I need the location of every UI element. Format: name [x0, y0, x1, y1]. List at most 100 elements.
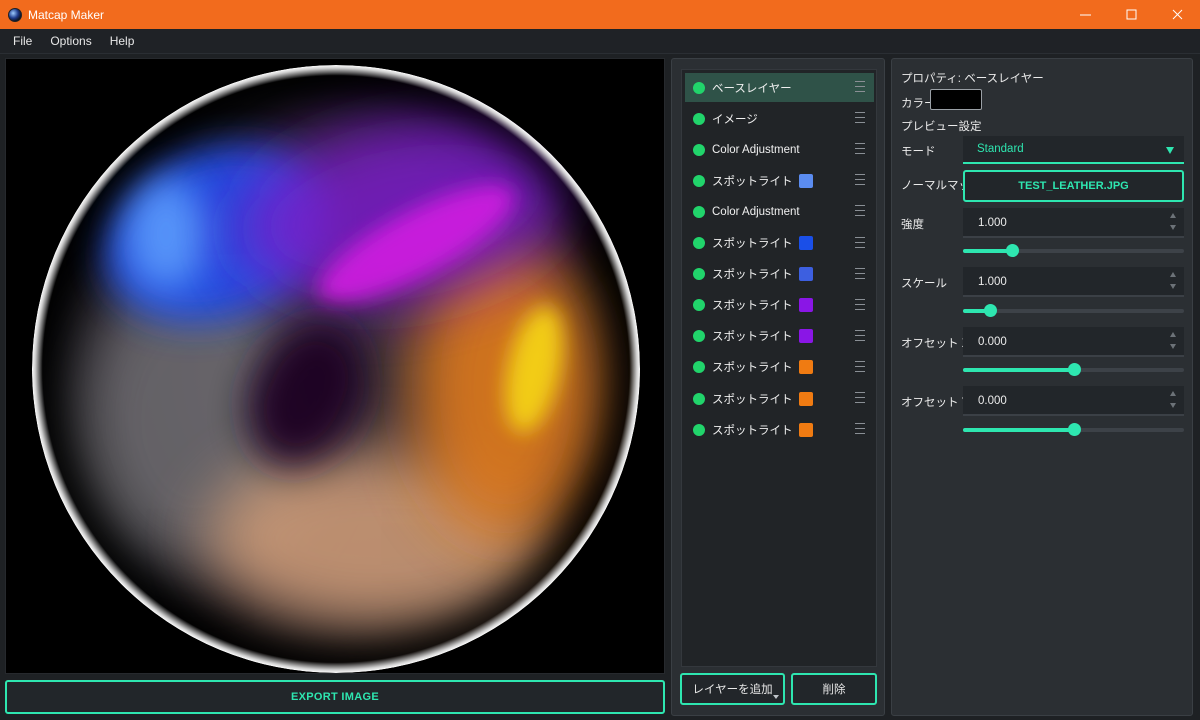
- drag-handle-icon[interactable]: [855, 174, 865, 186]
- visibility-dot-icon[interactable]: [693, 174, 705, 187]
- delete-layer-button[interactable]: 削除: [791, 673, 877, 705]
- strength-input[interactable]: 1.000: [963, 208, 1184, 238]
- layer-label: イメージ: [712, 113, 758, 126]
- spin-up-icon[interactable]: [1170, 332, 1176, 337]
- layer-row[interactable]: スポットライト: [685, 415, 874, 444]
- spin-down-icon[interactable]: [1170, 403, 1176, 408]
- layer-row[interactable]: イメージ: [685, 104, 874, 133]
- offset-y-value: 0.000: [978, 395, 1007, 407]
- scale-label: スケール: [901, 278, 947, 290]
- add-layer-label: レイヤーを追加: [692, 684, 773, 696]
- visibility-dot-icon[interactable]: [693, 423, 705, 436]
- layer-color-swatch: [798, 173, 813, 188]
- layer-color-swatch: [798, 298, 813, 313]
- visibility-dot-icon[interactable]: [693, 330, 705, 343]
- slider-thumb[interactable]: [1068, 363, 1081, 376]
- drag-handle-icon[interactable]: [855, 298, 865, 310]
- layer-panel: ベースレイヤー イメージ Color Adjustment スポットライト Color …: [671, 58, 885, 716]
- drag-handle-icon[interactable]: [855, 205, 865, 217]
- menu-bar: File Options Help: [0, 29, 1200, 54]
- slider-thumb[interactable]: [1068, 423, 1081, 436]
- drag-handle-icon[interactable]: [855, 112, 865, 124]
- visibility-dot-icon[interactable]: [693, 268, 705, 281]
- drag-handle-icon[interactable]: [855, 360, 865, 372]
- title-bar: Matcap Maker: [0, 0, 1200, 29]
- normal-map-file-button[interactable]: TEST_LEATHER.JPG: [963, 170, 1184, 202]
- offset-x-input[interactable]: 0.000: [963, 327, 1184, 357]
- color-swatch[interactable]: [930, 89, 982, 110]
- add-layer-button[interactable]: レイヤーを追加: [680, 673, 785, 705]
- spin-up-icon[interactable]: [1170, 391, 1176, 396]
- dropdown-caret-icon: [773, 695, 779, 699]
- menu-help[interactable]: Help: [101, 29, 144, 54]
- preview-settings-label: プレビュー設定: [901, 121, 982, 133]
- offset-y-slider[interactable]: [963, 423, 1184, 437]
- close-icon: [1172, 9, 1182, 20]
- strength-label: 強度: [901, 219, 924, 231]
- visibility-dot-icon[interactable]: [693, 361, 705, 374]
- slider-thumb[interactable]: [1006, 244, 1019, 257]
- visibility-dot-icon[interactable]: [693, 237, 705, 249]
- drag-handle-icon[interactable]: [855, 423, 865, 435]
- visibility-dot-icon[interactable]: [693, 205, 705, 218]
- offset-y-input[interactable]: 0.000: [963, 386, 1184, 416]
- visibility-dot-icon[interactable]: [693, 81, 705, 94]
- spin-down-icon[interactable]: [1170, 344, 1176, 349]
- scale-input[interactable]: 1.000: [963, 267, 1184, 297]
- layer-label: ベースレイヤー: [712, 82, 792, 95]
- strength-slider[interactable]: [963, 244, 1184, 258]
- slider-fill: [963, 249, 1012, 253]
- properties-panel: プロパティ: ベースレイヤー カラー プレビュー設定 モード Standard …: [891, 58, 1193, 716]
- visibility-dot-icon[interactable]: [693, 112, 705, 125]
- drag-handle-icon[interactable]: [855, 81, 865, 92]
- menu-file[interactable]: File: [4, 29, 41, 54]
- layer-label: スポットライト: [712, 269, 793, 282]
- visibility-dot-icon[interactable]: [693, 392, 705, 405]
- spin-down-icon[interactable]: [1170, 225, 1176, 230]
- layer-row[interactable]: スポットライト: [685, 260, 874, 289]
- dropdown-arrow-icon: [1166, 147, 1174, 154]
- drag-handle-icon[interactable]: [855, 236, 865, 248]
- mode-value: Standard: [977, 143, 1024, 155]
- layer-row[interactable]: ベースレイヤー: [685, 73, 874, 102]
- spin-down-icon[interactable]: [1170, 284, 1176, 289]
- matcap-preview[interactable]: [5, 58, 665, 674]
- layer-list[interactable]: ベースレイヤー イメージ Color Adjustment スポットライト Color …: [681, 69, 877, 667]
- maximize-button[interactable]: [1108, 0, 1154, 29]
- layer-label: Color Adjustment: [712, 205, 800, 218]
- drag-handle-icon[interactable]: [855, 143, 865, 155]
- drag-handle-icon[interactable]: [855, 329, 865, 341]
- close-button[interactable]: [1154, 0, 1200, 29]
- layer-row[interactable]: スポットライト: [685, 291, 874, 320]
- layer-row[interactable]: スポットライト: [685, 166, 874, 195]
- mode-select[interactable]: Standard: [963, 136, 1184, 164]
- layer-row[interactable]: スポットライト: [685, 322, 874, 351]
- offset-x-slider[interactable]: [963, 363, 1184, 377]
- drag-handle-icon[interactable]: [855, 392, 865, 403]
- visibility-dot-icon[interactable]: [693, 143, 705, 156]
- layer-row[interactable]: Color Adjustment: [685, 135, 874, 164]
- layer-row[interactable]: スポットライト: [685, 384, 874, 413]
- minimize-button[interactable]: [1062, 0, 1108, 29]
- visibility-dot-icon[interactable]: [693, 299, 705, 312]
- menu-options[interactable]: Options: [41, 29, 100, 54]
- drag-handle-icon[interactable]: [855, 267, 865, 279]
- scale-slider[interactable]: [963, 304, 1184, 318]
- layer-row[interactable]: Color Adjustment: [685, 197, 874, 226]
- layer-label: スポットライト: [712, 331, 793, 344]
- layer-color-swatch: [798, 236, 813, 250]
- strength-value: 1.000: [978, 217, 1007, 229]
- slider-fill: [963, 428, 1074, 432]
- properties-header: プロパティ: ベースレイヤー: [901, 73, 1044, 85]
- spin-up-icon[interactable]: [1170, 272, 1176, 277]
- layer-row[interactable]: スポットライト: [685, 229, 874, 258]
- slider-thumb[interactable]: [984, 304, 997, 317]
- layer-color-swatch: [798, 360, 813, 375]
- layer-color-swatch: [798, 391, 813, 406]
- export-image-button[interactable]: EXPORT IMAGE: [5, 680, 665, 714]
- layer-row[interactable]: スポットライト: [685, 353, 874, 382]
- spin-up-icon[interactable]: [1170, 213, 1176, 218]
- offset-x-value: 0.000: [978, 336, 1007, 348]
- layer-label: スポットライト: [712, 362, 793, 375]
- matcap-sphere-icon: [8, 7, 22, 22]
